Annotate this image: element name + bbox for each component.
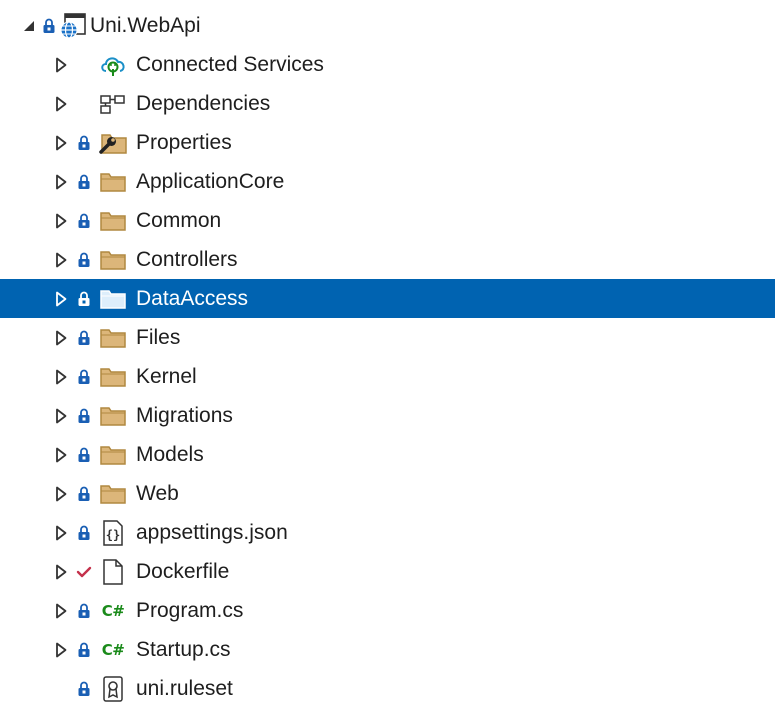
folder-icon [98, 357, 128, 396]
collapsed-arrow-icon[interactable] [52, 357, 70, 396]
folder-icon [98, 279, 128, 318]
tree-item-label: Properties [136, 131, 232, 154]
tree-item-label: appsettings.json [136, 521, 288, 544]
lock-icon [76, 396, 92, 435]
lock-icon [76, 435, 92, 474]
tree-item-controllers[interactable]: Controllers [0, 240, 775, 279]
tree-item-label: Controllers [136, 248, 238, 271]
lock-icon [41, 6, 57, 45]
csharp-file-icon: C# [98, 630, 128, 669]
collapsed-arrow-icon[interactable] [52, 45, 70, 84]
tree-item-dockerfile[interactable]: Dockerfile [0, 552, 775, 591]
lock-icon [76, 357, 92, 396]
connected-services-icon [98, 45, 128, 84]
tree-item-startup-cs[interactable]: C# Startup.cs [0, 630, 775, 669]
collapsed-arrow-icon[interactable] [52, 318, 70, 357]
lock-icon [76, 240, 92, 279]
tree-item-models[interactable]: Models [0, 435, 775, 474]
file-icon [98, 552, 128, 591]
folder-icon [98, 318, 128, 357]
tree-item-label: Startup.cs [136, 638, 231, 661]
lock-icon [76, 162, 92, 201]
tree-item-label: DataAccess [136, 287, 249, 310]
dependencies-icon [98, 84, 128, 123]
folder-icon [98, 435, 128, 474]
csharp-icon-text: C# [101, 640, 125, 659]
folder-icon [98, 474, 128, 513]
web-project-icon [58, 6, 88, 45]
tree-item-applicationcore[interactable]: ApplicationCore [0, 162, 775, 201]
tree-item-migrations[interactable]: Migrations [0, 396, 775, 435]
tree-item-label: Models [136, 443, 204, 466]
expanded-arrow-icon[interactable] [20, 6, 38, 45]
collapsed-arrow-icon[interactable] [52, 84, 70, 123]
collapsed-arrow-icon[interactable] [52, 630, 70, 669]
tree-item-label: Program.cs [136, 599, 244, 622]
collapsed-arrow-icon[interactable] [52, 162, 70, 201]
csharp-file-icon: C# [98, 591, 128, 630]
tree-item-files[interactable]: Files [0, 318, 775, 357]
tree-item-dependencies[interactable]: Dependencies [0, 84, 775, 123]
tree-item-web[interactable]: Web [0, 474, 775, 513]
folder-icon [98, 240, 128, 279]
tree-item-uni-webapi[interactable]: Uni.WebApi [0, 6, 775, 45]
tree-item-label: Files [136, 326, 181, 349]
tree-item-uni-ruleset[interactable]: uni.ruleset [0, 669, 775, 708]
lock-icon [76, 123, 92, 162]
tree-item-program-cs[interactable]: C# Program.cs [0, 591, 775, 630]
lock-icon [76, 279, 92, 318]
lock-icon [76, 201, 92, 240]
properties-folder-icon [98, 123, 128, 162]
solution-explorer-tree: Uni.WebApi Connected Services Dependencies… [0, 0, 775, 713]
tree-item-label: uni.ruleset [136, 677, 233, 700]
tree-item-common[interactable]: Common [0, 201, 775, 240]
tree-item-appsettings-json[interactable]: {} appsettings.json [0, 513, 775, 552]
pending-change-check-icon [76, 552, 92, 591]
collapsed-arrow-icon[interactable] [52, 435, 70, 474]
tree-item-label: Web [136, 482, 179, 505]
csharp-icon-text: C# [101, 601, 125, 620]
lock-icon [76, 591, 92, 630]
lock-icon [76, 318, 92, 357]
folder-icon [98, 162, 128, 201]
tree-item-label: Common [136, 209, 222, 232]
tree-item-label: Kernel [136, 365, 197, 388]
lock-icon [76, 513, 92, 552]
collapsed-arrow-icon[interactable] [52, 279, 70, 318]
collapsed-arrow-icon[interactable] [52, 240, 70, 279]
tree-item-label: Dependencies [136, 92, 271, 115]
collapsed-arrow-icon[interactable] [52, 201, 70, 240]
collapsed-arrow-icon[interactable] [52, 591, 70, 630]
collapsed-arrow-icon[interactable] [52, 513, 70, 552]
folder-icon [98, 201, 128, 240]
tree-item-label: Uni.WebApi [90, 14, 201, 37]
tree-item-label: Dockerfile [136, 560, 230, 583]
collapsed-arrow-icon[interactable] [52, 552, 70, 591]
collapsed-arrow-icon[interactable] [52, 474, 70, 513]
collapsed-arrow-icon[interactable] [52, 396, 70, 435]
ruleset-file-icon [98, 669, 128, 708]
json-file-icon: {} [98, 513, 128, 552]
tree-item-label: Connected Services [136, 53, 324, 76]
tree-item-properties[interactable]: Properties [0, 123, 775, 162]
tree-item-kernel[interactable]: Kernel [0, 357, 775, 396]
lock-icon [76, 474, 92, 513]
tree-item-label: ApplicationCore [136, 170, 285, 193]
folder-icon [98, 396, 128, 435]
tree-item-dataaccess[interactable]: DataAccess [0, 279, 775, 318]
tree-item-label: Migrations [136, 404, 233, 427]
svg-text:{}: {} [106, 528, 120, 542]
collapsed-arrow-icon[interactable] [52, 123, 70, 162]
lock-icon [76, 669, 92, 708]
tree-item-connected-services[interactable]: Connected Services [0, 45, 775, 84]
lock-icon [76, 630, 92, 669]
